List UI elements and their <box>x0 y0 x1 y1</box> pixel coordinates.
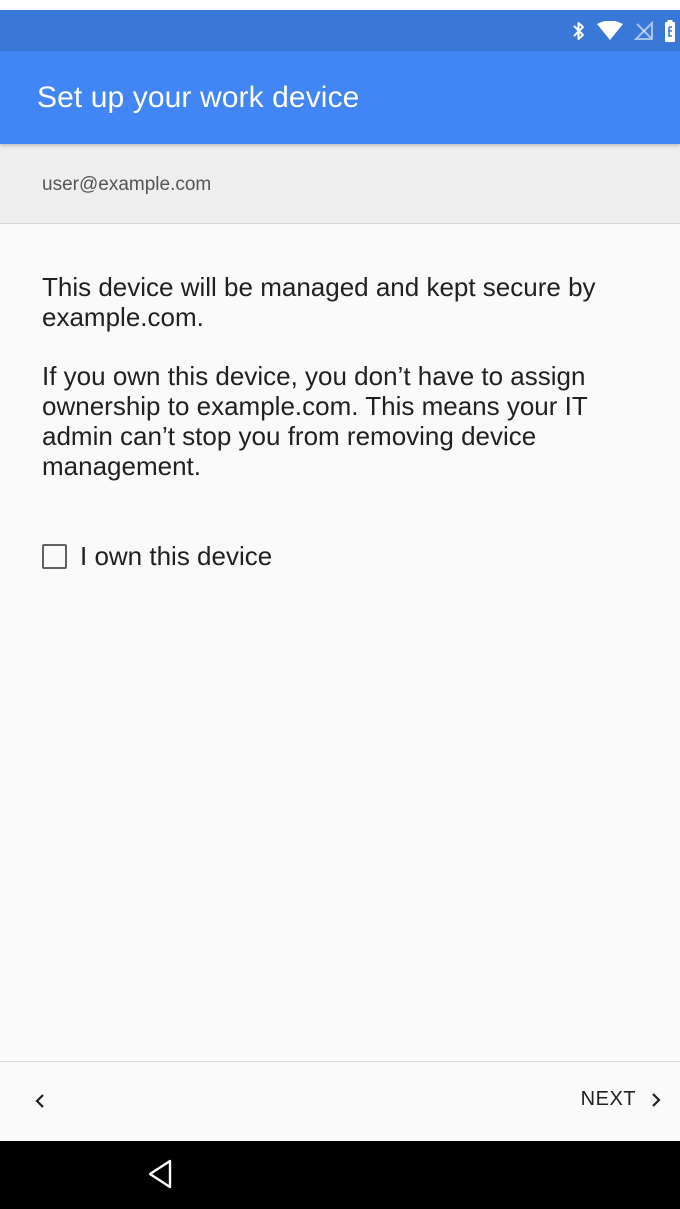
own-device-label[interactable]: I own this device <box>80 541 272 572</box>
chevron-right-icon <box>652 1092 661 1107</box>
system-back-button[interactable] <box>145 1157 175 1196</box>
ownership-description: If you own this device, you don’t have t… <box>42 361 588 481</box>
next-button[interactable]: NEXT <box>581 1088 662 1111</box>
status-bar <box>0 10 680 51</box>
no-sim-icon <box>634 20 653 40</box>
back-button[interactable] <box>34 1091 46 1116</box>
system-navigation-bar <box>0 1141 680 1209</box>
app-bar: Set up your work device <box>0 51 680 144</box>
chevron-left-icon <box>35 1094 44 1108</box>
wifi-icon <box>597 20 623 40</box>
own-device-checkbox-row[interactable]: I own this device <box>42 541 272 572</box>
page-title: Set up your work device <box>37 81 360 114</box>
triangle-back-icon <box>148 1159 172 1189</box>
battery-icon <box>665 19 675 42</box>
content-area: This device will be managed and kept sec… <box>0 224 680 1061</box>
bluetooth-icon <box>573 21 584 40</box>
account-email: user@example.com <box>42 174 212 195</box>
navigation-footer: NEXT <box>0 1061 680 1141</box>
next-label: NEXT <box>580 1088 636 1110</box>
managed-description: This device will be managed and kept sec… <box>42 272 596 332</box>
own-device-checkbox[interactable] <box>42 544 67 569</box>
account-bar: user@example.com <box>0 144 680 224</box>
